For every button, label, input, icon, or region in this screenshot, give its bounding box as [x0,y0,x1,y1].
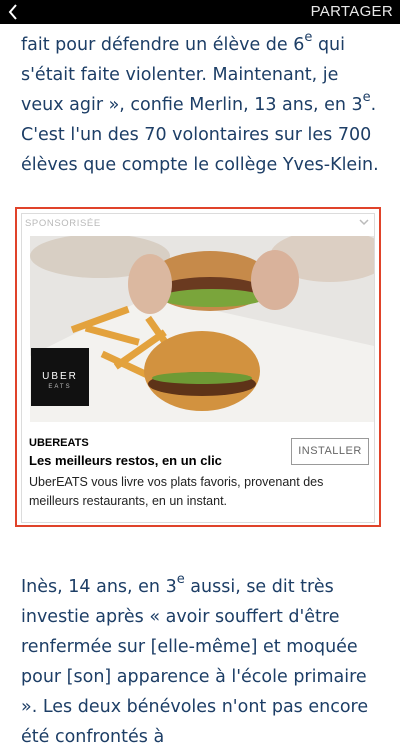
ad-headline[interactable]: Les meilleurs restos, en un clic [29,453,222,468]
back-chevron-icon[interactable] [4,1,24,23]
uber-eats-logo: UBER EATS [31,348,89,406]
logo-text: UBER [42,371,78,382]
sponsored-label: SPONSORISÉE [25,218,101,229]
superscript: e [176,572,185,588]
article-text: aussi, se dit très investie après « avoi… [21,577,369,747]
logo-subtext: EATS [48,384,72,390]
article-paragraph-2: Inès, 14 ans, en 3e aussi, se dit très i… [21,572,386,752]
top-bar: PARTAGER [0,0,400,24]
superscript: e [304,30,313,46]
article-paragraph-1: fait pour défendre un élève de 6e qui s'… [21,30,386,180]
superscript: e [362,90,371,106]
ad-description: UberEATS vous livre vos plats favoris, p… [29,475,324,508]
install-button[interactable]: INSTALLER [291,438,369,465]
advertiser-name: UBEREATS [29,437,89,449]
article-text: fait pour défendre un élève de 6 [21,35,305,55]
chevron-down-icon[interactable] [358,217,370,227]
share-button[interactable]: PARTAGER [311,3,393,20]
article-text: Inès, 14 ans, en 3 [21,577,177,597]
